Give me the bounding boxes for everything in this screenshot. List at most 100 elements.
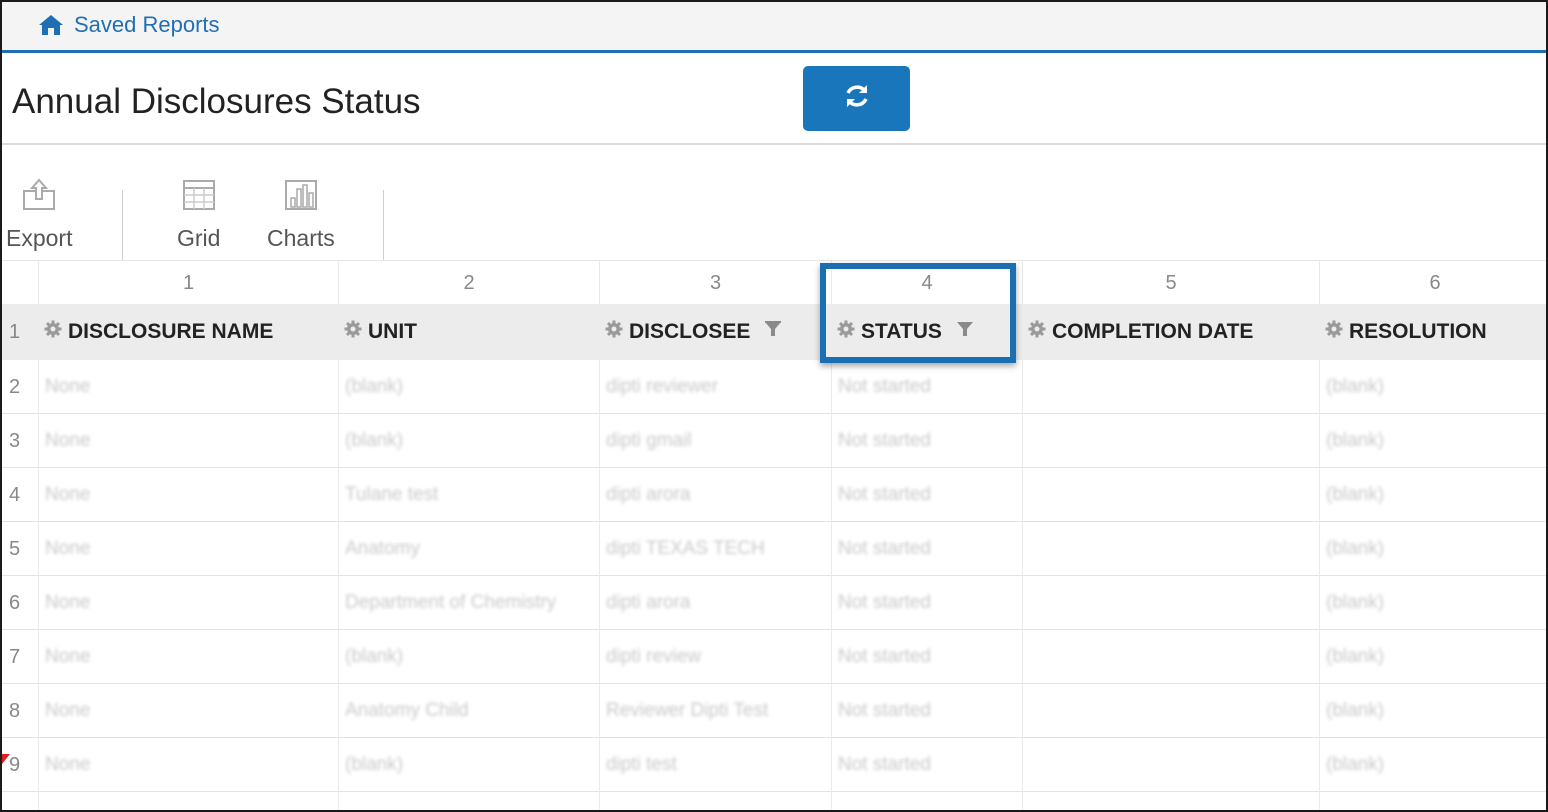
column-header-label: STATUS	[861, 320, 942, 343]
gear-icon[interactable]	[1028, 320, 1046, 344]
table-cell[interactable]: Not started	[831, 738, 1022, 792]
table-cell[interactable]: Not started	[831, 630, 1022, 684]
table-cell[interactable]: (blank)	[1319, 522, 1453, 576]
table-cell[interactable]: None	[38, 468, 338, 522]
table-cell[interactable]: Not started	[831, 576, 1022, 630]
row-number: 9	[9, 753, 21, 776]
table-cell[interactable]: Not started	[831, 684, 1022, 738]
table-cell[interactable]: dipti arora	[599, 468, 831, 522]
toolbar-divider	[383, 190, 384, 260]
table-cell[interactable]: Anatomy Child	[338, 684, 599, 738]
table-row[interactable]: 7 None (blank) dipti review Not started (blan…	[2, 630, 1546, 684]
table-cell[interactable]: (blank)	[338, 738, 599, 792]
column-header-disclosee[interactable]: DISCLOSEE	[599, 304, 782, 360]
column-header-completion-date[interactable]: COMPLETION DATE	[1022, 304, 1253, 360]
table-cell[interactable]: None	[38, 738, 338, 792]
table-cell[interactable]: (blank)	[338, 414, 599, 468]
column-number[interactable]: 3	[599, 261, 831, 305]
table-cell[interactable]	[1022, 684, 1319, 738]
table-cell[interactable]	[1022, 468, 1319, 522]
table-cell[interactable]	[1022, 576, 1319, 630]
row-number: 4	[9, 483, 21, 506]
table-cell[interactable]: (blank)	[1319, 684, 1453, 738]
filter-icon[interactable]	[764, 320, 782, 344]
filter-icon[interactable]	[956, 320, 974, 344]
table-cell[interactable]: (blank)	[1319, 576, 1453, 630]
table-cell[interactable]	[1022, 414, 1319, 468]
table-cell[interactable]: Tulane test	[338, 468, 599, 522]
table-cell[interactable]	[1022, 360, 1319, 414]
column-number[interactable]: 1	[38, 261, 338, 305]
table-cell[interactable]: (blank)	[338, 360, 599, 414]
charts-label: Charts	[267, 225, 335, 251]
table-cell[interactable]: None	[38, 522, 338, 576]
refresh-button[interactable]	[803, 66, 910, 131]
gear-icon[interactable]	[837, 320, 855, 344]
grid-line	[1022, 360, 1023, 810]
table-cell[interactable]: dipti review	[599, 630, 831, 684]
table-cell[interactable]: Not started	[831, 414, 1022, 468]
grid-label: Grid	[177, 225, 221, 251]
table-cell[interactable]: (blank)	[1319, 414, 1453, 468]
gear-icon[interactable]	[605, 320, 623, 344]
table-cell[interactable]: Anatomy	[338, 522, 599, 576]
table-row[interactable]: 2 None (blank) dipti reviewer Not started (bl…	[2, 360, 1546, 414]
table-cell[interactable]: Reviewer Dipti Test	[599, 684, 831, 738]
breadcrumb-label[interactable]: Saved Reports	[74, 12, 220, 38]
charts-button[interactable]: Charts	[267, 175, 335, 252]
home-icon	[38, 14, 64, 36]
table-cell[interactable]: dipti gmail	[599, 414, 831, 468]
table-cell[interactable]: (blank)	[338, 630, 599, 684]
column-header-unit[interactable]: UNIT	[338, 304, 417, 360]
breadcrumb[interactable]: Saved Reports	[38, 12, 220, 38]
column-number[interactable]: 6	[1319, 261, 1546, 305]
table-cell[interactable]: Not started	[831, 522, 1022, 576]
report-window: Saved Reports Annual Disclosures Status …	[0, 0, 1548, 812]
table-cell[interactable]: dipti test	[599, 738, 831, 792]
table-cell[interactable]	[1022, 738, 1319, 792]
table-row[interactable]: 8 None Anatomy Child Reviewer Dipti Test Not…	[2, 684, 1546, 738]
table-cell[interactable]: None	[38, 576, 338, 630]
gear-icon[interactable]	[44, 320, 62, 344]
bar-chart-icon	[284, 175, 318, 211]
table-row[interactable]: 3 None (blank) dipti gmail Not started (blank…	[2, 414, 1546, 468]
table-cell[interactable]: dipti arora	[599, 576, 831, 630]
table-cell[interactable]: Department of Chemistry	[338, 576, 599, 630]
column-number[interactable]: 2	[338, 261, 599, 305]
column-number[interactable]: 5	[1022, 261, 1319, 305]
row-number: 6	[9, 591, 21, 614]
grid-line	[599, 360, 600, 810]
table-row[interactable]: 9 None (blank) dipti test Not started (blank)	[2, 738, 1546, 792]
export-label: Export	[6, 225, 73, 251]
table-cell[interactable]: Not started	[831, 468, 1022, 522]
table-cell[interactable]: Not started	[831, 360, 1022, 414]
table-row[interactable]: 5 None Anatomy dipti TEXAS TECH Not started (…	[2, 522, 1546, 576]
column-header-resolution[interactable]: RESOLUTION	[1319, 304, 1487, 360]
grid-line	[831, 360, 832, 810]
table-cell[interactable]: None	[38, 684, 338, 738]
column-number[interactable]: 4	[831, 261, 1022, 305]
table-cell[interactable]: (blank)	[1319, 468, 1453, 522]
column-header-status[interactable]: STATUS	[831, 304, 974, 360]
table-cell[interactable]: (blank)	[1319, 738, 1453, 792]
table-cell[interactable]	[1022, 630, 1319, 684]
table-row[interactable]: 4 None Tulane test dipti arora Not started (b…	[2, 468, 1546, 522]
export-button[interactable]: Export	[6, 175, 72, 252]
gear-icon[interactable]	[1325, 320, 1343, 344]
grid-line	[1319, 360, 1320, 810]
table-cell[interactable]: None	[38, 414, 338, 468]
row-number: 2	[9, 375, 21, 398]
grid-button[interactable]: Grid	[177, 175, 220, 252]
table-cell[interactable]: dipti reviewer	[599, 360, 831, 414]
table-cell[interactable]: None	[38, 630, 338, 684]
table-cell[interactable]: (blank)	[1319, 360, 1453, 414]
table-row[interactable]: 6 None Department of Chemistry dipti arora N…	[2, 576, 1546, 630]
table-cell[interactable]: (blank)	[1319, 630, 1453, 684]
page-title: Annual Disclosures Status	[12, 82, 421, 121]
gear-icon[interactable]	[344, 320, 362, 344]
table-cell[interactable]	[1022, 522, 1319, 576]
table-cell[interactable]: dipti TEXAS TECH	[599, 522, 831, 576]
table-cell[interactable]: None	[38, 360, 338, 414]
grid-icon	[182, 175, 216, 211]
column-header-disclosure-name[interactable]: DISCLOSURE NAME	[38, 304, 273, 360]
